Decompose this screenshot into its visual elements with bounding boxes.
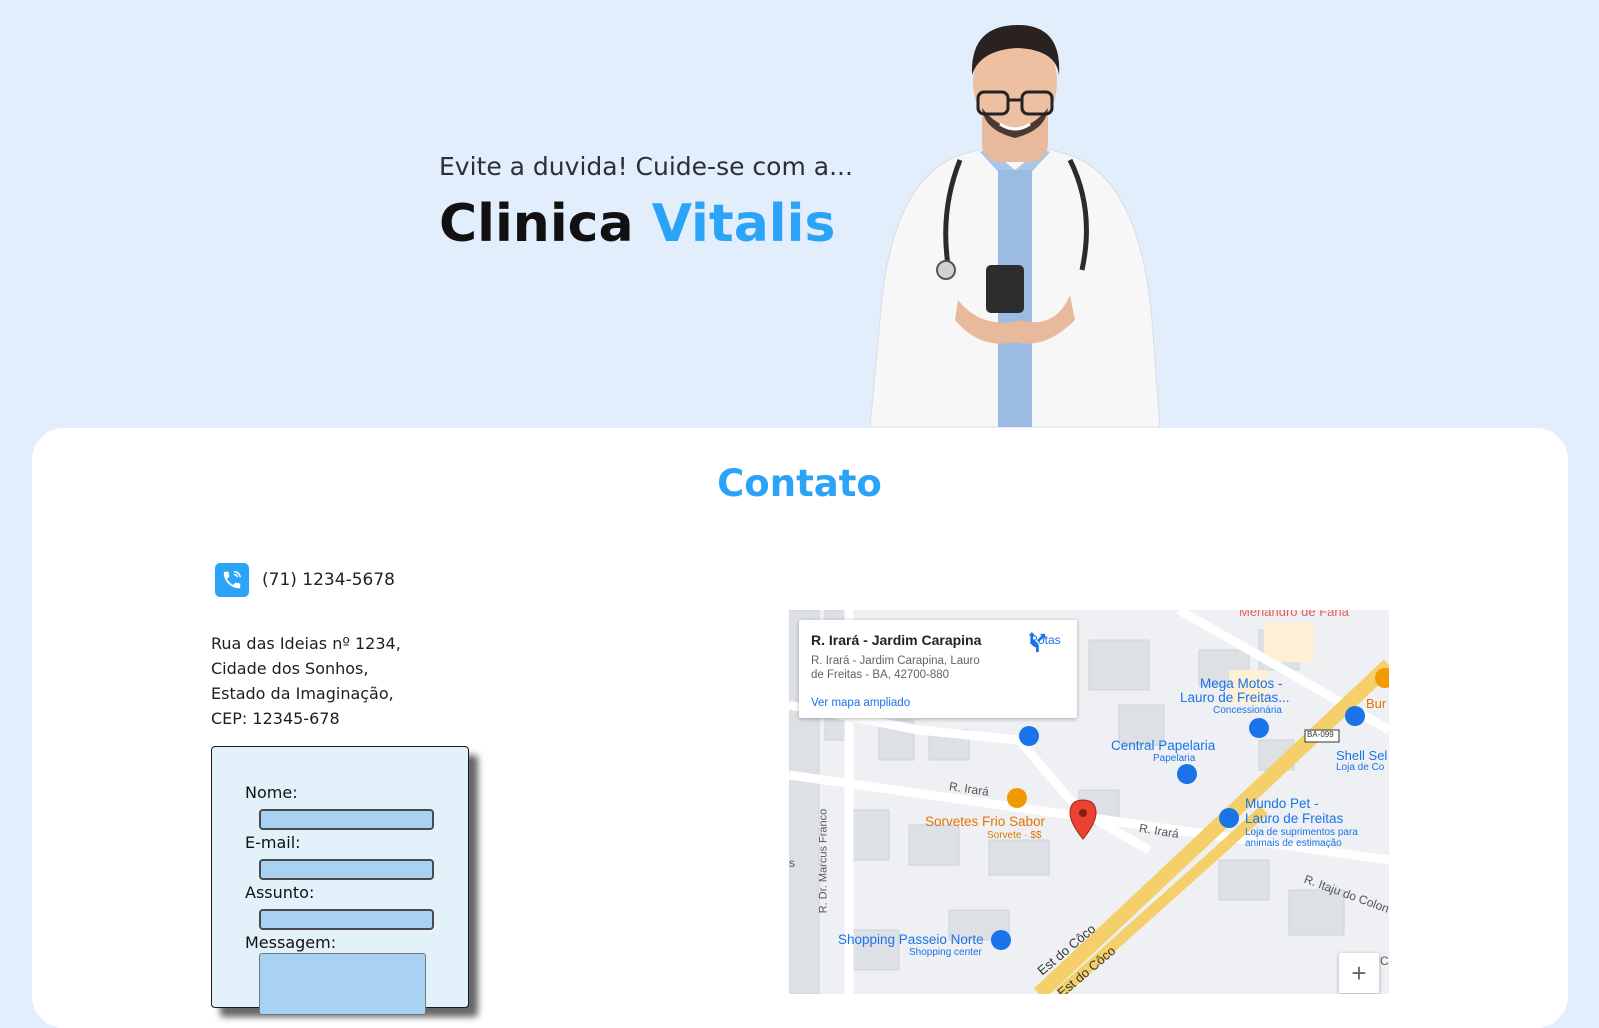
name-label: Nome: [245,783,298,802]
address-line: Cidade dos Sonhos, [211,659,369,678]
email-label: E-mail: [245,833,301,852]
address-line: Rua das Ideias nº 1234, [211,634,401,653]
map-label-sorvete-price: Sorvete · $$ [987,830,1042,841]
map-label-shopping: Shopping Passeio Norte [838,932,984,947]
map-label-mundo-pet-desc2: animais de estimação [1245,838,1342,849]
address-line: Estado da Imaginação, [211,684,394,703]
name-input[interactable] [259,809,434,830]
map-label-mundo-pet-2: Lauro de Freitas [1245,811,1344,826]
map-label-concessionaria: Concessionária [1213,705,1282,716]
larger-map-link[interactable]: Ver mapa ampliado [811,697,910,709]
directions-icon [1028,632,1046,653]
map-label-menandro: Menandro de Faria [1239,610,1349,619]
map-label-mega-motos-2: Lauro de Freitas... [1180,690,1290,705]
email-input[interactable] [259,859,434,880]
map-label-shell: Shell Sel [1336,748,1388,763]
map-info-card: R. Irará - Jardim Carapina R. Irará - Ja… [799,620,1077,718]
hero-title: Clinica Vitalis [439,194,835,254]
map-place-address: R. Irará - Jardim Carapina, Lauro de Fre… [811,655,980,681]
contact-form: Nome: E-mail: Assunto: Messagem: [211,746,469,1015]
map-label-edge-c: C [1380,954,1389,968]
hero-title-accent: Vitalis [651,194,836,254]
hero-title-main: Clinica [439,194,634,254]
map-label-marcus-franco: R. Dr. Marcus Franco [817,808,830,914]
map-label-bur: Bur [1366,696,1387,711]
map-label-central-papelaria: Central Papelaria [1111,738,1216,753]
map-place-name: R. Irará - Jardim Carapina [811,632,982,648]
map-embed[interactable]: Menandro de Faria Mega Motos - Lauro de … [789,610,1389,994]
subject-input[interactable] [259,909,434,930]
map-label-sorvetes: Sorvetes Frio Sabor [925,814,1046,829]
address-line: CEP: 12345-678 [211,709,340,728]
zoom-in-button[interactable]: + [1339,953,1379,993]
map-label-shopping-center: Shopping center [909,947,982,958]
map-label-mundo-pet: Mundo Pet - [1245,796,1319,811]
subject-label: Assunto: [245,883,315,902]
phone-number: (71) 1234-5678 [262,570,395,590]
map-label-loja-de-co: Loja de Co [1336,762,1385,773]
map-label-papelaria: Papelaria [1153,753,1196,764]
hero-kicker: Evite a duvida! Cuide-se com a... [439,152,853,181]
map-label-mega-motos: Mega Motos - [1200,676,1283,691]
doctor-image [870,25,1160,427]
map-label-ba099: BA-099 [1307,730,1334,739]
message-textarea[interactable] [259,953,426,1015]
message-label: Messagem: [245,933,337,952]
address-block: Rua das Ideias nº 1234, Cidade dos Sonho… [211,631,401,731]
directions-button[interactable]: Rotas [1025,632,1065,653]
map-label-edge-s: s [789,856,795,870]
map-label-mundo-pet-desc: Loja de suprimentos para [1245,827,1358,838]
section-title-contato: Contato [717,462,882,505]
phone-row: (71) 1234-5678 [215,563,395,597]
phone-icon [215,563,249,597]
